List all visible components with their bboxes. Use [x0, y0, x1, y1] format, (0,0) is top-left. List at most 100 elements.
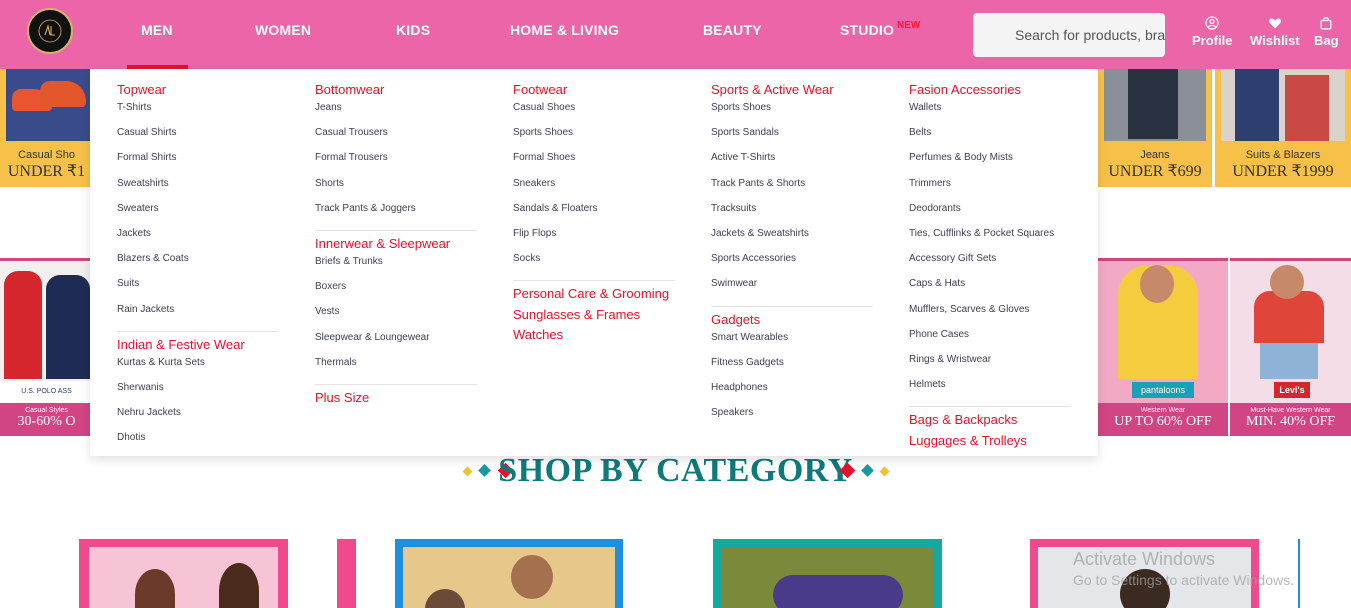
menu-link-jackets[interactable]: Jackets	[117, 228, 287, 253]
menu-heading-sports-and-active-wear[interactable]: Sports & Active Wear	[711, 81, 881, 98]
menu-link-sports-accessories[interactable]: Sports Accessories	[711, 253, 881, 278]
menu-link-casual-shoes[interactable]: Casual Shoes	[513, 102, 683, 127]
bag-button[interactable]: Bag	[1314, 16, 1339, 48]
category-card[interactable]	[395, 539, 623, 608]
menu-link-sherwanis[interactable]: Sherwanis	[117, 382, 287, 407]
menu-link-shorts[interactable]: Shorts	[315, 178, 485, 203]
menu-link-kurtas-and-kurta-sets[interactable]: Kurtas & Kurta Sets	[117, 357, 287, 382]
site-header: MEN WOMEN KIDS HOME & LIVING BEAUTY STUD…	[0, 0, 1351, 69]
menu-link-blazers-and-coats[interactable]: Blazers & Coats	[117, 253, 287, 278]
menu-heading-innerwear-and-sleepwear[interactable]: Innerwear & Sleepwear	[315, 235, 485, 252]
menu-link-track-pants-and-joggers[interactable]: Track Pants & Joggers	[315, 203, 485, 228]
menu-link-sweatshirts[interactable]: Sweatshirts	[117, 178, 287, 203]
category-card[interactable]	[79, 539, 288, 608]
menu-link-belts[interactable]: Belts	[909, 127, 1079, 152]
menu-heading-bags-and-backpacks[interactable]: Bags & Backpacks	[909, 411, 1079, 428]
watermark-title: Activate Windows	[1073, 549, 1216, 569]
banner-label: Suits & Blazers	[1245, 149, 1321, 161]
menu-link-formal-trousers[interactable]: Formal Trousers	[315, 152, 485, 177]
menu-heading-fasion-accessories[interactable]: Fasion Accessories	[909, 81, 1079, 98]
menu-heading-watches[interactable]: Watches	[513, 326, 683, 343]
banner-levis[interactable]: Levi's Must-Have Western Wear MIN. 40% O…	[1230, 258, 1351, 436]
search-input[interactable]	[973, 13, 1165, 57]
banner-us-polo[interactable]: U.S. POLO ASS Casual Styles 30-60% O	[0, 258, 93, 436]
menu-link-sports-shoes[interactable]: Sports Shoes	[513, 127, 683, 152]
nav-kids[interactable]: KIDS	[396, 22, 430, 38]
menu-link-jeans[interactable]: Jeans	[315, 102, 485, 127]
banner-jeans[interactable]: Jeans UNDER ₹699	[1098, 69, 1212, 187]
menu-link-fitness-gadgets[interactable]: Fitness Gadgets	[711, 357, 881, 382]
category-card[interactable]	[713, 539, 942, 608]
brand-logo[interactable]	[27, 8, 73, 54]
menu-link-smart-wearables[interactable]: Smart Wearables	[711, 332, 881, 357]
menu-divider	[711, 305, 873, 307]
menu-link-suits[interactable]: Suits	[117, 278, 287, 303]
menu-link-perfumes-and-body-mists[interactable]: Perfumes & Body Mists	[909, 152, 1079, 177]
menu-link-rain-jackets[interactable]: Rain Jackets	[117, 304, 287, 329]
menu-heading-bottomwear[interactable]: Bottomwear	[315, 81, 485, 98]
menu-link-nehru-jackets[interactable]: Nehru Jackets	[117, 407, 287, 432]
menu-link-casual-shirts[interactable]: Casual Shirts	[117, 127, 287, 152]
menu-link-sandals-and-floaters[interactable]: Sandals & Floaters	[513, 203, 683, 228]
menu-link-sweaters[interactable]: Sweaters	[117, 203, 287, 228]
menu-link-casual-trousers[interactable]: Casual Trousers	[315, 127, 485, 152]
menu-link-track-pants-and-shorts[interactable]: Track Pants & Shorts	[711, 178, 881, 203]
menu-heading-topwear[interactable]: Topwear	[117, 81, 287, 98]
menu-link-rings-and-wristwear[interactable]: Rings & Wristwear	[909, 354, 1079, 379]
menu-heading-indian-and-festive-wear[interactable]: Indian & Festive Wear	[117, 336, 287, 353]
category-card[interactable]	[337, 539, 356, 608]
menu-link-accessory-gift-sets[interactable]: Accessory Gift Sets	[909, 253, 1079, 278]
menu-link-boxers[interactable]: Boxers	[315, 281, 485, 306]
menu-link-trimmers[interactable]: Trimmers	[909, 178, 1079, 203]
menu-link-helmets[interactable]: Helmets	[909, 379, 1079, 404]
menu-link-formal-shoes[interactable]: Formal Shoes	[513, 152, 683, 177]
brand-logo: Levi's	[1274, 382, 1310, 398]
nav-studio[interactable]: STUDIO	[840, 22, 894, 38]
menu-link-active-t-shirts[interactable]: Active T-Shirts	[711, 152, 881, 177]
menu-link-t-shirts[interactable]: T-Shirts	[117, 102, 287, 127]
menu-link-thermals[interactable]: Thermals	[315, 357, 485, 382]
menu-heading-personal-care-and-grooming[interactable]: Personal Care & Grooming	[513, 285, 683, 302]
banner-price: UP TO 60% OFF	[1114, 414, 1212, 429]
menu-link-formal-shirts[interactable]: Formal Shirts	[117, 152, 287, 177]
menu-link-phone-cases[interactable]: Phone Cases	[909, 329, 1079, 354]
menu-link-deodorants[interactable]: Deodorants	[909, 203, 1079, 228]
menu-link-sports-sandals[interactable]: Sports Sandals	[711, 127, 881, 152]
banner-suits-blazers[interactable]: Suits & Blazers UNDER ₹1999	[1215, 69, 1351, 187]
banner-casual-shoes[interactable]: Casual Sho UNDER ₹1	[0, 69, 93, 187]
menu-link-swimwear[interactable]: Swimwear	[711, 278, 881, 303]
menu-divider	[909, 406, 1071, 408]
nav-women[interactable]: WOMEN	[255, 22, 311, 38]
heart-icon	[1268, 18, 1281, 29]
menu-link-caps-and-hats[interactable]: Caps & Hats	[909, 278, 1079, 303]
menu-heading-footwear[interactable]: Footwear	[513, 81, 683, 98]
menu-link-briefs-and-trunks[interactable]: Briefs & Trunks	[315, 256, 485, 281]
menu-heading-sunglasses-and-frames[interactable]: Sunglasses & Frames	[513, 306, 683, 323]
menu-heading-luggages-and-trolleys[interactable]: Luggages & Trolleys	[909, 432, 1079, 449]
wishlist-button[interactable]: Wishlist	[1250, 16, 1300, 48]
menu-link-sneakers[interactable]: Sneakers	[513, 178, 683, 203]
menu-link-jackets-and-sweatshirts[interactable]: Jackets & Sweatshirts	[711, 228, 881, 253]
menu-link-ties-cufflinks-and-pocket-squares[interactable]: Ties, Cufflinks & Pocket Squares	[909, 228, 1079, 253]
new-badge: NEW	[897, 20, 921, 31]
menu-heading-plus-size[interactable]: Plus Size	[315, 389, 485, 406]
nav-beauty[interactable]: BEAUTY	[703, 22, 762, 38]
menu-link-vests[interactable]: Vests	[315, 306, 485, 331]
menu-link-headphones[interactable]: Headphones	[711, 382, 881, 407]
menu-link-mufflers-scarves-and-gloves[interactable]: Mufflers, Scarves & Gloves	[909, 304, 1079, 329]
menu-heading-gadgets[interactable]: Gadgets	[711, 311, 881, 328]
menu-link-tracksuits[interactable]: Tracksuits	[711, 203, 881, 228]
menu-link-flip-flops[interactable]: Flip Flops	[513, 228, 683, 253]
banner-price: UNDER ₹1999	[1232, 163, 1334, 180]
nav-men[interactable]: MEN	[127, 22, 188, 69]
nav-home-living[interactable]: HOME & LIVING	[510, 22, 619, 38]
user-icon	[1205, 16, 1219, 30]
menu-link-wallets[interactable]: Wallets	[909, 102, 1079, 127]
menu-link-speakers[interactable]: Speakers	[711, 407, 881, 432]
menu-link-sleepwear-and-loungewear[interactable]: Sleepwear & Loungewear	[315, 332, 485, 357]
profile-button[interactable]: Profile	[1192, 16, 1232, 48]
menu-link-dhotis[interactable]: Dhotis	[117, 432, 287, 457]
menu-link-sports-shoes[interactable]: Sports Shoes	[711, 102, 881, 127]
banner-pantaloons[interactable]: pantaloons Western Wear UP TO 60% OFF	[1098, 258, 1228, 436]
menu-link-socks[interactable]: Socks	[513, 253, 683, 278]
